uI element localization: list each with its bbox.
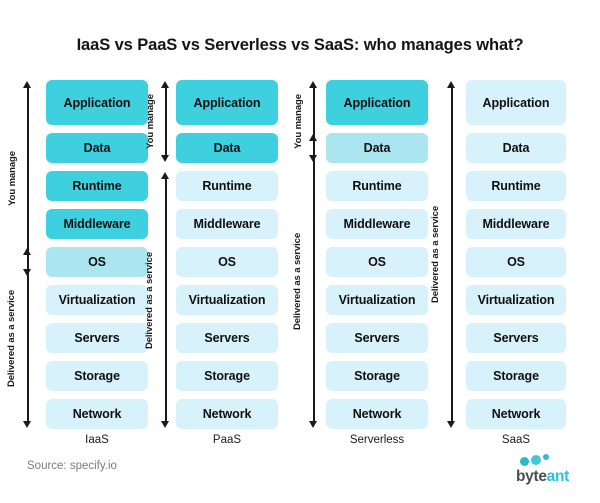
layer-saas-storage: Storage [466, 361, 566, 391]
layer-iaas-virtualization: Virtualization [46, 285, 148, 315]
layer-serverless-network: Network [326, 399, 428, 429]
column-label-iaas: IaaS [85, 434, 109, 446]
arrow-head-down-icon [447, 421, 455, 428]
layer-saas-virtualization: Virtualization [466, 285, 566, 315]
layer-saas-os: OS [466, 247, 566, 277]
logo-dot-middle-icon [531, 455, 541, 465]
arrow-shaft [27, 254, 29, 422]
layer-serverless-os: OS [326, 247, 428, 277]
logo-dot-left-icon [520, 457, 529, 466]
arrow-label-delivered-serverless-wrap: Delivered as a service [291, 134, 305, 428]
arrow-label-delivered-saas-wrap: Delivered as a service [429, 81, 443, 428]
arrow-label-you-manage-paas-wrap: You manage [143, 81, 157, 162]
column-label-saas: SaaS [501, 434, 531, 446]
layer-paas-servers: Servers [176, 323, 278, 353]
logo-dot-right-icon [543, 454, 549, 460]
layer-paas-virtualization: Virtualization [176, 285, 278, 315]
arrow-shaft [165, 178, 167, 422]
arrow-head-down-icon [309, 421, 317, 428]
logo-word-primary: byte [516, 468, 547, 485]
arrow-delivered-paas [158, 172, 174, 428]
arrow-head-down-icon [23, 421, 31, 428]
arrow-label-delivered-iaas-wrap: Delivered as a service [5, 248, 19, 428]
arrow-you-manage-iaas [20, 81, 36, 276]
layer-paas-runtime: Runtime [176, 171, 278, 201]
layer-iaas-data: Data [46, 133, 148, 163]
layer-serverless-virtualization: Virtualization [326, 285, 428, 315]
layer-paas-storage: Storage [176, 361, 278, 391]
arrow-head-down-icon [161, 421, 169, 428]
arrow-delivered-iaas [20, 248, 36, 428]
layer-saas-application: Application [466, 80, 566, 125]
arrow-label-you-manage-iaas: You manage [6, 151, 18, 206]
layer-serverless-application: Application [326, 80, 428, 125]
layer-iaas-network: Network [46, 399, 148, 429]
arrow-shaft [451, 87, 453, 422]
column-label-serverless: Serverless [349, 434, 405, 446]
layer-iaas-storage: Storage [46, 361, 148, 391]
column-label-paas: PaaS [212, 434, 242, 446]
arrow-delivered-serverless [306, 134, 322, 428]
layer-serverless-data: Data [326, 133, 428, 163]
layer-serverless-servers: Servers [326, 323, 428, 353]
layer-iaas-application: Application [46, 80, 148, 125]
layer-paas-network: Network [176, 399, 278, 429]
service-model-stack-diagram: You manage Delivered as a service Applicat… [0, 80, 600, 446]
layer-serverless-runtime: Runtime [326, 171, 428, 201]
source-note: Source: specify.io [27, 460, 117, 472]
arrow-label-delivered-saas: Delivered as a service [430, 205, 442, 304]
arrow-shaft [165, 87, 167, 156]
layer-paas-os: OS [176, 247, 278, 277]
arrow-delivered-saas [444, 81, 460, 428]
layer-saas-runtime: Runtime [466, 171, 566, 201]
arrow-label-delivered-paas-wrap: Delivered as a service [143, 172, 157, 428]
arrow-label-delivered-paas: Delivered as a service [144, 251, 156, 349]
arrow-head-down-icon [161, 155, 169, 162]
arrow-shaft [27, 87, 29, 270]
layer-iaas-runtime: Runtime [46, 171, 148, 201]
arrow-label-delivered-serverless: Delivered as a service [292, 232, 304, 330]
arrow-shaft [313, 140, 315, 422]
logo-word-accent: ant [546, 468, 570, 485]
arrow-label-delivered-iaas: Delivered as a service [6, 289, 18, 387]
layer-saas-network: Network [466, 399, 566, 429]
layer-iaas-os: OS [46, 247, 148, 277]
layer-saas-data: Data [466, 133, 566, 163]
layer-saas-middleware: Middleware [466, 209, 566, 239]
byteant-logo: byteant [498, 454, 582, 489]
arrow-label-you-manage-paas: You manage [144, 94, 156, 149]
layer-serverless-storage: Storage [326, 361, 428, 391]
layer-iaas-middleware: Middleware [46, 209, 148, 239]
layer-paas-middleware: Middleware [176, 209, 278, 239]
layer-saas-servers: Servers [466, 323, 566, 353]
page-title: IaaS vs PaaS vs Serverless vs SaaS: who … [76, 36, 524, 54]
layer-paas-data: Data [176, 133, 278, 163]
layer-serverless-middleware: Middleware [326, 209, 428, 239]
layer-iaas-servers: Servers [46, 323, 148, 353]
layer-paas-application: Application [176, 80, 278, 125]
arrow-you-manage-paas [158, 81, 174, 162]
logo-wordmark: byteant [516, 468, 569, 486]
arrow-label-you-manage-iaas-wrap: You manage [5, 81, 19, 276]
